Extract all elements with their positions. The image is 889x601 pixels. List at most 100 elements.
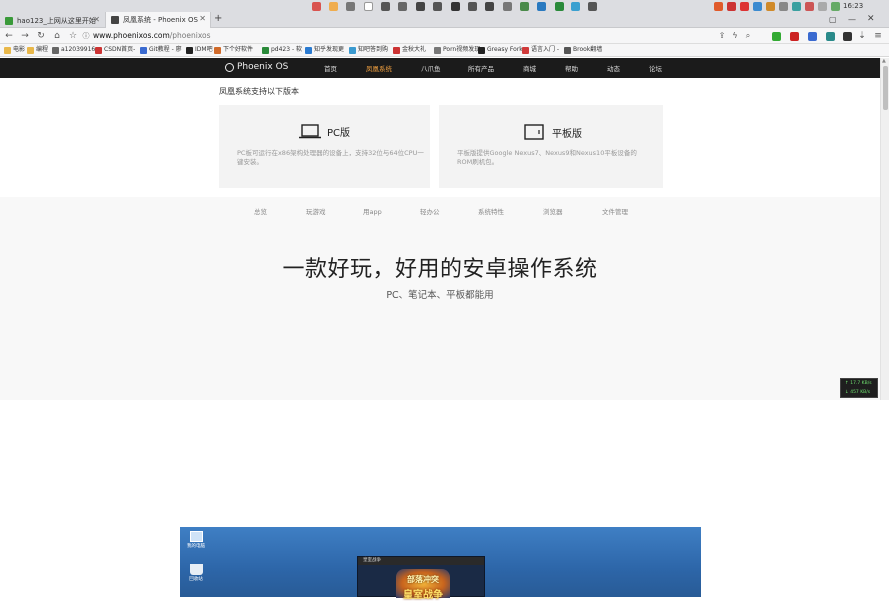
- bookmark-favicon-icon: [186, 46, 193, 54]
- extension-icon[interactable]: [451, 2, 460, 11]
- bookmark-item[interactable]: a12039916: [52, 45, 95, 55]
- card-title-text: PC版: [327, 128, 351, 139]
- extension-icon[interactable]: [808, 32, 817, 41]
- bookmark-item[interactable]: pd423 - 软: [262, 45, 302, 55]
- close-tab-icon[interactable]: ✕: [199, 14, 206, 23]
- extension-icon[interactable]: [433, 2, 442, 11]
- extension-icon[interactable]: [805, 2, 814, 11]
- bookmark-item[interactable]: 金秋大礼: [393, 45, 426, 55]
- subnav-browser[interactable]: 浏览器: [543, 206, 563, 216]
- tab-title: 凤凰系统 - Phoenix OS: [123, 16, 198, 24]
- download-icon[interactable]: ⇣: [856, 29, 868, 43]
- extension-icon[interactable]: [468, 2, 477, 11]
- subnav-games[interactable]: 玩游戏: [306, 206, 326, 216]
- phoenix-favicon-icon: [111, 16, 119, 24]
- extension-icon[interactable]: [398, 2, 407, 11]
- extension-icon[interactable]: [312, 2, 321, 11]
- bookmark-favicon-icon: [305, 46, 312, 54]
- nav-item-phoenix-os[interactable]: 凤凰系统: [366, 63, 392, 73]
- bookmark-item[interactable]: 下个好软件: [214, 45, 253, 55]
- game-art-title: 皇室战争: [403, 590, 443, 601]
- share-icon[interactable]: ⇪: [716, 29, 728, 43]
- new-tab-button[interactable]: +: [214, 13, 222, 24]
- nav-item-help[interactable]: 帮助: [565, 63, 578, 73]
- nav-item-home[interactable]: 首页: [324, 63, 337, 73]
- bookmark-item[interactable]: 知吧答到购: [349, 45, 388, 55]
- menu-icon[interactable]: ≡: [872, 29, 884, 43]
- extension-icon[interactable]: [740, 2, 749, 11]
- extension-icon[interactable]: [537, 2, 546, 11]
- extension-icon[interactable]: [364, 2, 373, 11]
- extension-icon[interactable]: [753, 2, 762, 11]
- bookmark-item[interactable]: Brook翻墙: [564, 45, 602, 55]
- scrollbar-thumb[interactable]: [883, 66, 888, 110]
- adblock-icon[interactable]: [790, 32, 799, 41]
- extension-icon[interactable]: [818, 2, 827, 11]
- nav-item-store[interactable]: 商城: [523, 63, 536, 73]
- bookmark-item[interactable]: 语言入门 -: [522, 45, 559, 55]
- extension-icon[interactable]: [826, 32, 835, 41]
- subnav-overview[interactable]: 总览: [254, 206, 267, 216]
- tablet-version-card[interactable]: 平板版 平板版提供Google Nexus7、Nexus9和Nexus10平板设…: [439, 105, 663, 188]
- extension-icon[interactable]: [843, 32, 852, 41]
- extension-icon[interactable]: [416, 2, 425, 11]
- extension-icon[interactable]: [329, 2, 338, 11]
- bookmark-favicon-icon: [564, 46, 571, 54]
- url-path: /phoenixos: [169, 31, 211, 40]
- extension-icon[interactable]: [766, 2, 775, 11]
- scroll-up-icon[interactable]: ▲: [882, 58, 886, 64]
- network-speed-widget: ↑ 17.7 KB/s ↓ 457 KB/s: [840, 378, 878, 398]
- bookmark-item[interactable]: Porn视频发现: [434, 45, 480, 55]
- extension-icon[interactable]: [485, 2, 494, 11]
- extension-icon[interactable]: [772, 32, 781, 41]
- nav-item-news[interactable]: 动态: [607, 63, 620, 73]
- site-info-icon[interactable]: ⓘ: [80, 29, 92, 43]
- extension-icon[interactable]: [727, 2, 736, 11]
- bookmark-item[interactable]: 知乎发现更: [305, 45, 344, 55]
- star-icon[interactable]: ☆: [67, 29, 79, 43]
- extension-icon[interactable]: [714, 2, 723, 11]
- bookmark-item[interactable]: Greasy Fork: [478, 45, 523, 55]
- subnav-office[interactable]: 轻办公: [420, 206, 440, 216]
- extension-icon[interactable]: [520, 2, 529, 11]
- lightning-icon[interactable]: ϟ: [729, 29, 741, 43]
- bookmark-item[interactable]: Git教程 - 廖: [140, 45, 182, 55]
- nav-item-octopus[interactable]: 八爪鱼: [421, 63, 441, 73]
- bookmark-item[interactable]: 电影: [4, 45, 25, 55]
- tab-phoenixos[interactable]: 凤凰系统 - Phoenix OS ✕: [105, 12, 211, 28]
- extension-icon[interactable]: [779, 2, 788, 11]
- url-field[interactable]: www.phoenixos.com/phoenixos: [93, 30, 211, 41]
- bookmark-item[interactable]: IDM吧: [186, 45, 213, 55]
- extension-icon[interactable]: [503, 2, 512, 11]
- tab-hao123[interactable]: hao123_上网从这里开始 ✕: [0, 13, 104, 28]
- bookmark-item[interactable]: 编程: [27, 45, 48, 55]
- extension-icon[interactable]: [381, 2, 390, 11]
- pc-version-card[interactable]: PC版 PC板可运行在x86架构处理器的设备上，支持32位与64位CPU一键安装…: [219, 105, 430, 188]
- subnav-apps[interactable]: 用app: [363, 206, 382, 216]
- minimize-icon[interactable]: —: [848, 15, 856, 24]
- bookmark-favicon-icon: [262, 46, 269, 54]
- search-icon[interactable]: ⌕: [742, 29, 754, 43]
- forward-icon[interactable]: →: [19, 29, 31, 43]
- extension-icon[interactable]: [792, 2, 801, 11]
- nav-item-all-products[interactable]: 所有产品: [468, 63, 494, 73]
- window-restore-icon[interactable]: ▢: [829, 15, 837, 24]
- subnav-features[interactable]: 系统特性: [478, 206, 504, 216]
- bookmark-favicon-icon: [52, 46, 59, 54]
- subnav-file-manager[interactable]: 文件管理: [602, 206, 628, 216]
- app-window-title: 皇室战争: [358, 557, 484, 565]
- extension-icon[interactable]: [555, 2, 564, 11]
- site-logo[interactable]: Phoenix OS: [225, 62, 288, 72]
- close-window-icon[interactable]: ✕: [867, 14, 875, 24]
- back-icon[interactable]: ←: [3, 29, 15, 43]
- home-icon[interactable]: ⌂: [51, 29, 63, 43]
- extension-icon[interactable]: [588, 2, 597, 11]
- extension-icon[interactable]: [346, 2, 355, 11]
- reload-icon[interactable]: ↻: [35, 29, 47, 43]
- extension-icon[interactable]: [571, 2, 580, 11]
- extension-icon[interactable]: [831, 2, 840, 11]
- close-tab-icon[interactable]: ✕: [93, 15, 100, 24]
- page-scrollbar[interactable]: ▲: [880, 58, 889, 400]
- bookmark-item[interactable]: CSDN首页-: [95, 45, 135, 55]
- nav-item-forum[interactable]: 论坛: [649, 63, 662, 73]
